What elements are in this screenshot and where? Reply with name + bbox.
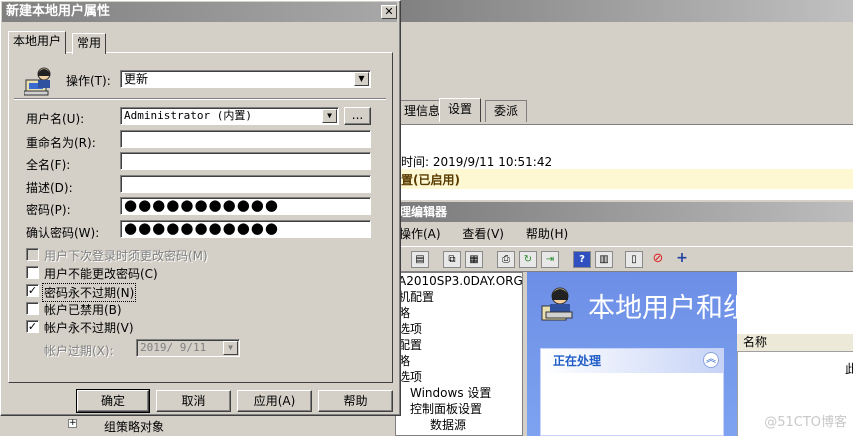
tree-item[interactable]: 略	[396, 353, 522, 369]
background-content: 时间: 2019/9/11 10:51:42 置(已启用)	[395, 124, 853, 200]
tree-item[interactable]: 配置	[396, 337, 522, 353]
tab-local-user[interactable]: 本地用户	[8, 31, 67, 54]
list-column-name[interactable]: 名称	[737, 334, 853, 352]
description-label: 描述(D):	[26, 181, 73, 195]
action-value: 更新	[124, 72, 149, 86]
browse-button[interactable]: ...	[344, 107, 371, 125]
password-label: 密码(P):	[26, 203, 71, 217]
dialog-title: 新建本地用户属性	[2, 2, 397, 22]
tree-item[interactable]: 机配置	[396, 289, 522, 305]
confirm-password-label: 确认密码(W):	[26, 226, 100, 240]
help-icon[interactable]: ?	[573, 251, 591, 268]
view-icon[interactable]: ▤	[411, 251, 429, 268]
properties-icon[interactable]: ▥	[595, 251, 613, 268]
tree-item[interactable]: 控制面板设置	[396, 401, 522, 417]
ok-button[interactable]: 确定	[76, 389, 150, 413]
cannot-change-password-label: 用户不能更改密码(C)	[44, 267, 158, 281]
action-select[interactable]: 更新 ▼	[120, 70, 371, 88]
menu-help[interactable]: 帮助(H)	[526, 227, 568, 241]
tree-item[interactable]: 数据源	[396, 417, 522, 433]
tree-item[interactable]: 选项	[396, 369, 522, 385]
gpo-toolbar: ▤ ⧉ ▦ ⎙ ↻ ⇥ ? ▥ ▯ ⊘ +	[395, 246, 853, 272]
bg-tab-settings[interactable]: 设置	[439, 98, 482, 122]
expand-icon[interactable]: +	[68, 419, 77, 428]
background-titlebar	[395, 0, 853, 22]
gpo-menubar: 操作(A) 查看(V) 帮助(H)	[395, 222, 853, 246]
new-icon[interactable]: ▯	[625, 251, 643, 268]
action-label: 操作(T):	[66, 74, 111, 88]
refresh-icon[interactable]: ↻	[519, 251, 537, 268]
expiry-label: 帐户过期(X):	[44, 344, 114, 358]
status-line: 置(已启用)	[401, 173, 460, 187]
tree-item[interactable]: Windows 设置	[396, 385, 522, 401]
delete-icon[interactable]: ⊘	[649, 251, 667, 268]
must-change-password-label: 用户下次登录时须更改密码(M)	[44, 249, 208, 263]
account-never-expires-checkbox[interactable]: ✓	[26, 320, 39, 333]
username-label: 用户名(U):	[26, 112, 85, 126]
list-item: 此	[845, 362, 853, 376]
expiry-value: 2019/ 9/11	[140, 341, 207, 354]
cancel-button[interactable]: 取消	[156, 390, 231, 412]
tab-common[interactable]: 常用	[72, 33, 107, 54]
watermark: @51CTO博客	[764, 415, 847, 430]
gpo-tree: A2010SP3.0DAY.ORG] 策 机配置 略 选项 配置 略 选项 Wi…	[395, 272, 523, 436]
fullname-label: 全名(F):	[26, 158, 71, 172]
close-icon[interactable]: ✕	[381, 5, 397, 19]
print-icon[interactable]: ⎙	[497, 251, 515, 268]
fullname-field[interactable]	[120, 152, 371, 170]
confirm-password-field[interactable]: ●●●●●●●●●●●	[120, 220, 371, 238]
cannot-change-password-checkbox[interactable]	[26, 266, 39, 279]
tree-item[interactable]: 选项	[396, 321, 522, 337]
rename-label: 重命名为(R):	[26, 136, 96, 150]
description-field[interactable]	[120, 175, 371, 193]
help-button[interactable]: 帮助	[318, 390, 393, 412]
chevron-down-icon[interactable]: ▼	[354, 72, 369, 86]
menu-action[interactable]: 操作(A)	[395, 227, 441, 241]
users-groups-icon	[538, 284, 578, 324]
tree-item[interactable]: 略	[396, 305, 522, 321]
export-icon[interactable]: ⇥	[541, 251, 559, 268]
task-pane-header: 正在处理	[541, 349, 723, 373]
add-icon[interactable]: +	[673, 251, 691, 268]
password-never-expires-checkbox[interactable]: ✓	[26, 284, 39, 297]
chevron-down-icon[interactable]: ▼	[223, 341, 238, 355]
menu-view[interactable]: 查看(V)	[462, 227, 504, 241]
username-select[interactable]: Administrator (内置) ▼	[120, 107, 339, 125]
account-disabled-checkbox[interactable]	[26, 302, 39, 315]
background-tabs: 理信息 设置 委派	[395, 96, 853, 124]
expiry-date-picker[interactable]: 2019/ 9/11 ▼	[136, 339, 240, 357]
must-change-password-checkbox[interactable]	[26, 248, 39, 261]
chevron-down-icon[interactable]: ▼	[322, 109, 337, 123]
gpo-editor-title: 理编辑器	[395, 202, 853, 222]
account-never-expires-label: 帐户永不过期(V)	[44, 321, 134, 335]
tree-item[interactable]: A2010SP3.0DAY.ORG] 策	[396, 273, 522, 289]
password-field[interactable]: ●●●●●●●●●●●	[120, 197, 371, 215]
detail-line: 时间: 2019/9/11 10:51:42	[401, 155, 553, 169]
bg-tab-delegation[interactable]: 委派	[485, 100, 528, 122]
user-computer-icon	[23, 64, 56, 96]
username-value: Administrator (内置)	[124, 109, 252, 122]
paste-icon[interactable]: ▦	[465, 251, 483, 268]
chevron-up-icon[interactable]: ︽	[703, 352, 719, 368]
divider	[14, 98, 386, 100]
copy-icon[interactable]: ⧉	[443, 251, 461, 268]
password-never-expires-label: 密码永不过期(N)	[42, 283, 137, 302]
apply-button[interactable]: 应用(A)	[237, 390, 312, 412]
rename-field[interactable]	[120, 130, 371, 148]
snapin-title: 本地用户和组	[588, 293, 750, 324]
tree-item-gpo[interactable]: 组策略对象	[104, 418, 164, 435]
account-disabled-label: 帐户已禁用(B)	[44, 303, 122, 317]
